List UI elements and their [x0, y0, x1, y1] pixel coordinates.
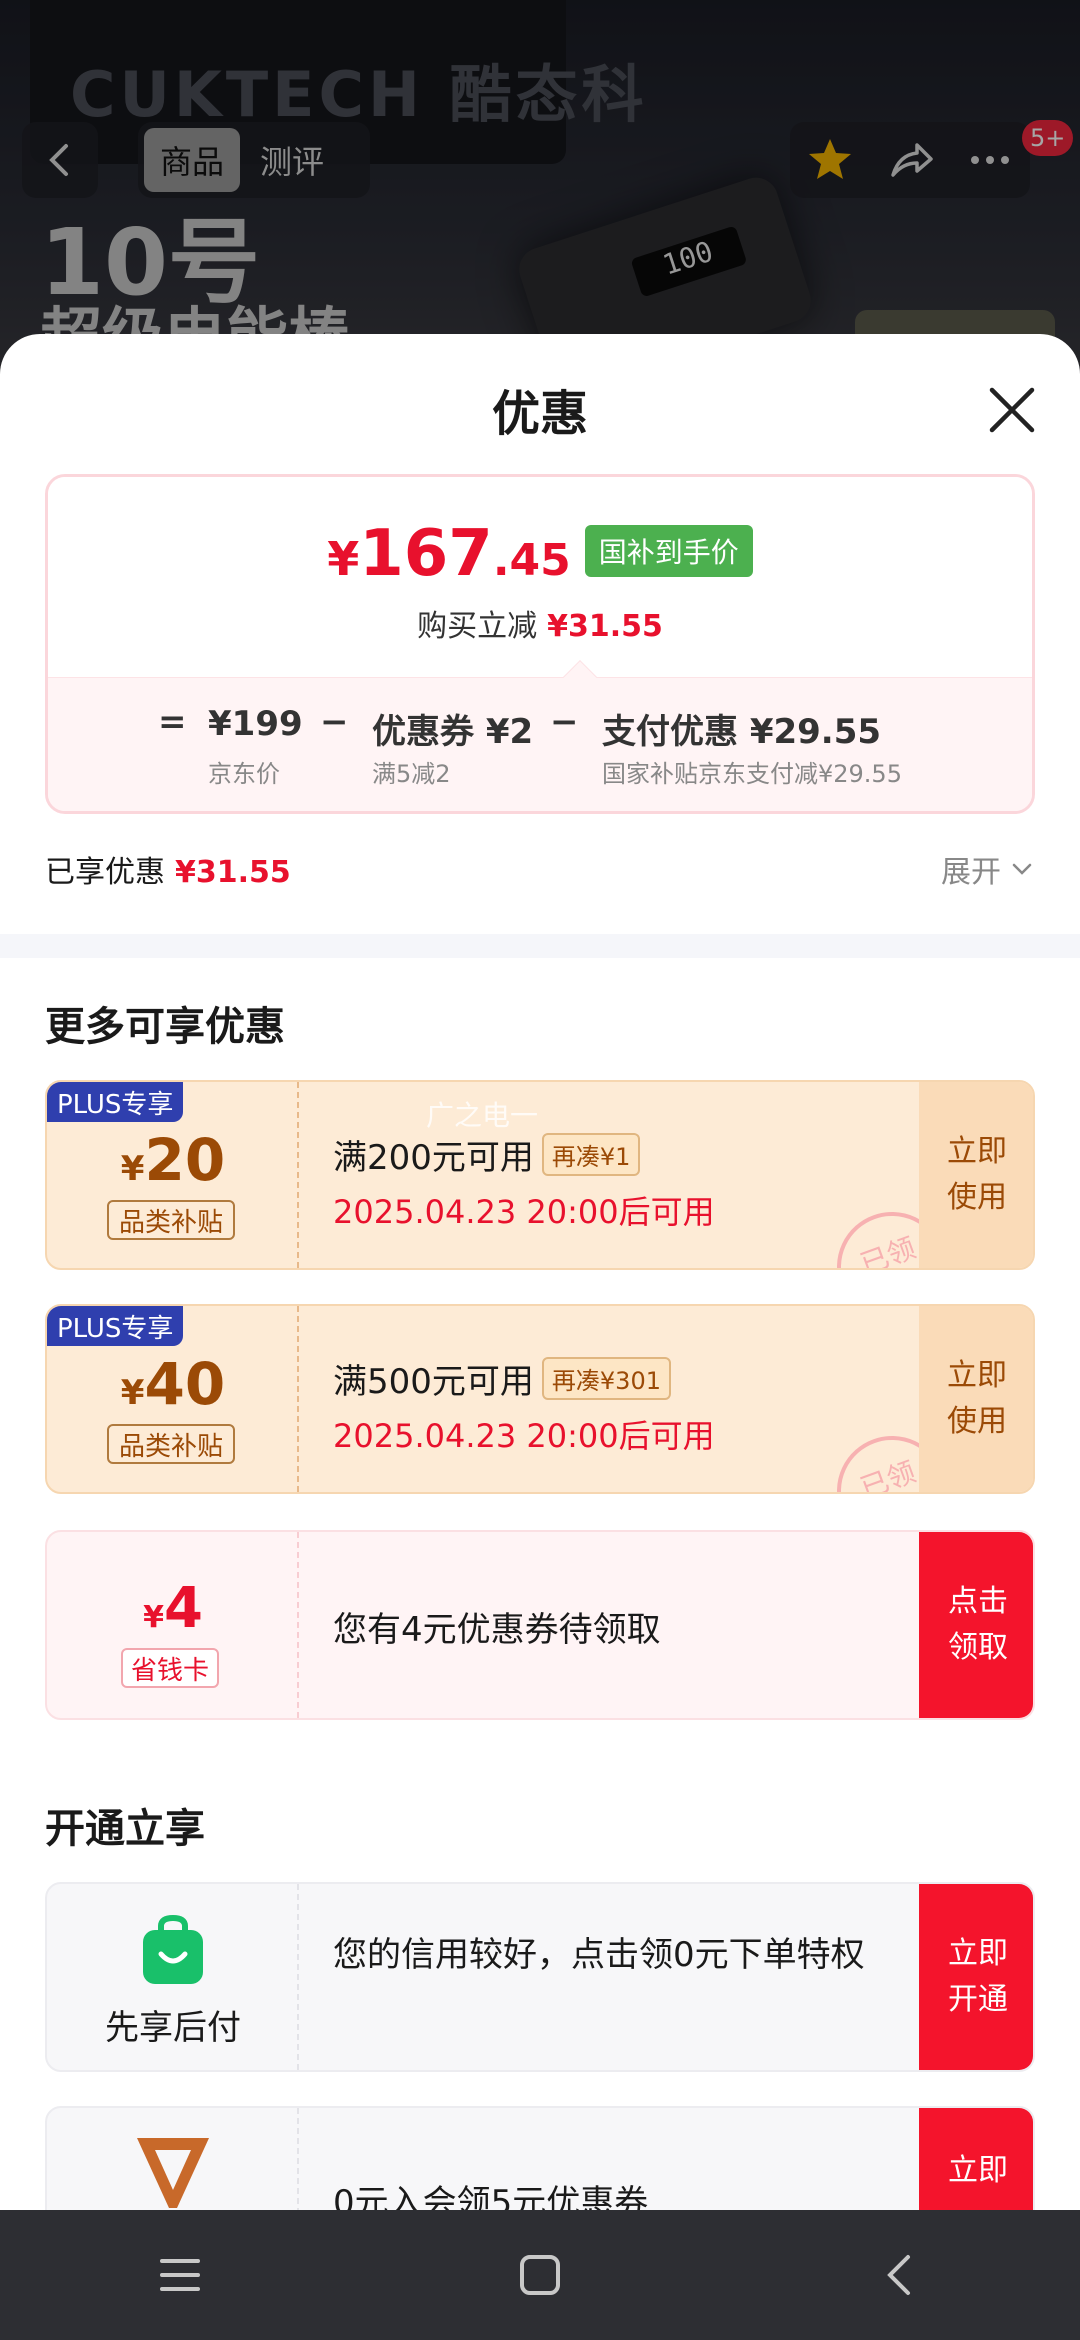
- enjoyed-discount: 已享优惠 ¥31.55: [45, 855, 291, 890]
- category-subsidy-tag: 品类补贴: [107, 1200, 236, 1240]
- coupon-condition: 满500元可用 再凑¥301: [333, 1354, 715, 1403]
- membership-logo-icon: [137, 2138, 209, 2208]
- chevron-left-icon: [887, 2255, 910, 2295]
- minus-sign: −: [320, 702, 349, 742]
- saving-card-amount: ¥4: [143, 1576, 203, 1641]
- jd-price-label: 京东价: [208, 760, 280, 788]
- category-subsidy-tag: 品类补贴: [107, 1424, 236, 1464]
- pay-later-label: 先享后付: [105, 2008, 241, 2048]
- membership-card: 0元入会领5元优惠券 立即: [45, 2106, 1035, 2214]
- price-breakdown-card: ¥167.45 国补到手价 购买立减 ¥31.55 = ¥199 京东价 − 优惠…: [45, 474, 1035, 814]
- pay-part-value: 支付优惠 ¥29.55: [602, 712, 882, 752]
- coupon-part-label: 满5减2: [372, 760, 451, 788]
- coupon-amount: ¥20: [120, 1126, 226, 1194]
- coupon-valid-date: 2025.04.23 20:00后可用: [333, 1193, 715, 1231]
- menu-icon: [160, 2259, 200, 2291]
- home-square-icon: [520, 2255, 560, 2295]
- discount-bottom-sheet: 优惠 ¥167.45 国补到手价 购买立减 ¥31.55 = ¥199 京东价 −…: [0, 334, 1080, 2214]
- add-more-tag: 再凑¥301: [541, 1357, 671, 1400]
- section-divider: [0, 934, 1080, 958]
- pay-part-label: 国家补贴京东支付减¥29.55: [602, 760, 902, 788]
- system-back-button[interactable]: [840, 2235, 960, 2315]
- use-now-button[interactable]: 立即 使用: [919, 1306, 1033, 1492]
- sheet-title: 优惠: [491, 386, 588, 442]
- recent-apps-button[interactable]: [120, 2235, 240, 2315]
- pay-later-text: 您的信用较好，点击领0元下单特权: [333, 1935, 865, 1975]
- final-price: ¥167.45: [327, 517, 571, 591]
- chevron-down-icon: [1012, 863, 1032, 875]
- saving-card-text: 您有4元优惠券待领取: [333, 1610, 661, 1650]
- open-now-button[interactable]: 立即 开通: [919, 1884, 1033, 2070]
- watermark-text: 广之电一: [426, 1099, 539, 1132]
- close-icon[interactable]: [980, 378, 1044, 442]
- more-discounts-title: 更多可享优惠: [45, 1004, 285, 1050]
- membership-text: 0元入会领5元优惠券: [333, 2183, 649, 2214]
- plus-coupon-card: PLUS专享 ¥40 品类补贴 满500元可用 再凑¥301 2025.04.23…: [45, 1304, 1035, 1494]
- expand-button[interactable]: 展开: [941, 847, 1035, 891]
- pay-later-card: 先享后付 您的信用较好，点击领0元下单特权 立即 开通: [45, 1882, 1035, 2072]
- saving-card-coupon: ¥4 省钱卡 您有4元优惠券待领取 点击 领取: [45, 1530, 1035, 1720]
- shopping-bag-icon: [143, 1914, 203, 1984]
- plus-exclusive-tag: PLUS专享: [47, 1306, 184, 1346]
- plus-exclusive-tag: PLUS专享: [47, 1082, 184, 1122]
- use-now-button[interactable]: 立即 使用: [919, 1082, 1033, 1268]
- membership-join-button[interactable]: 立即: [919, 2108, 1033, 2214]
- minus-sign: −: [550, 702, 579, 742]
- coupon-amount: ¥40: [120, 1350, 226, 1418]
- jd-price-value: ¥199: [208, 704, 303, 744]
- claim-button[interactable]: 点击 领取: [919, 1532, 1033, 1718]
- coupon-condition: 满200元可用 再凑¥1: [333, 1130, 715, 1179]
- open-benefits-title: 开通立享: [45, 1806, 205, 1852]
- enjoyed-discount-row: 已享优惠 ¥31.55 展开: [45, 844, 1035, 894]
- subsidy-price-tag: 国补到手价: [584, 525, 753, 577]
- coupon-valid-date: 2025.04.23 20:00后可用: [333, 1417, 715, 1455]
- plus-coupon-card: PLUS专享 ¥20 品类补贴 满200元可用 再凑¥1 2025.04.23 2…: [45, 1080, 1035, 1270]
- home-button[interactable]: [480, 2235, 600, 2315]
- coupon-part-value: 优惠券 ¥2: [372, 712, 534, 752]
- instant-reduction: 购买立减 ¥31.55: [417, 609, 663, 644]
- equals-sign: =: [158, 702, 187, 742]
- saving-card-tag: 省钱卡: [121, 1648, 220, 1688]
- add-more-tag: 再凑¥1: [541, 1133, 641, 1176]
- system-nav-bar: [0, 2210, 1080, 2340]
